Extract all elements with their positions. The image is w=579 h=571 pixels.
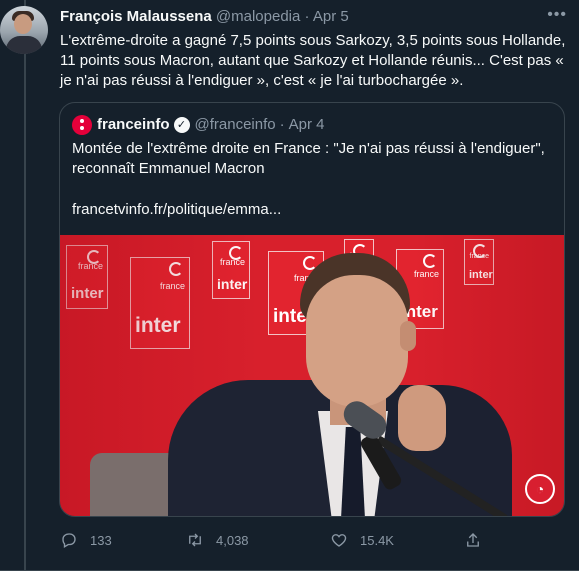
quoted-author-name[interactable]: franceinfo [97, 115, 170, 135]
quoted-tweet-link[interactable]: francetvinfo.fr/politique/emma... [72, 200, 281, 220]
header-separator: · [304, 8, 310, 25]
quoted-tweet[interactable]: franceinfo ✓ @franceinfo · Apr 4 Montée … [59, 102, 565, 517]
thread-line [24, 0, 26, 571]
share-button[interactable] [464, 528, 494, 552]
retweet-count: 4,038 [216, 532, 249, 548]
tweet-actions: 133 4,038 15.4K [60, 528, 530, 552]
quoted-tweet-date[interactable]: Apr 4 [289, 115, 325, 135]
retweet-icon [189, 533, 201, 547]
tweet-text: L'extrême-droite a gagné 7,5 points sous… [60, 32, 566, 89]
author-avatar[interactable] [0, 6, 48, 54]
tweet-date[interactable]: Apr 5 [313, 8, 349, 25]
like-button[interactable]: 15.4K [330, 528, 394, 552]
author-name[interactable]: François Malaussena [60, 8, 212, 25]
reply-count: 133 [90, 532, 112, 548]
speaker-face [306, 275, 408, 407]
quoted-author-handle[interactable]: @franceinfo [195, 115, 276, 135]
quoted-header-separator: · [279, 116, 285, 133]
quoted-tweet-header: franceinfo ✓ @franceinfo · Apr 4 [72, 115, 324, 135]
verified-badge-icon: ✓ [173, 117, 190, 133]
radio-france-logo-icon: ◔ [525, 474, 555, 504]
author-handle[interactable]: @malopedia [216, 8, 300, 25]
like-count: 15.4K [360, 532, 394, 548]
reply-icon [62, 533, 76, 548]
quoted-tweet-text: Montée de l'extrême droite en France : "… [72, 140, 545, 177]
retweet-button[interactable]: 4,038 [186, 528, 249, 552]
heart-icon [331, 534, 347, 547]
quoted-tweet-image[interactable]: france inter france inter france inter f… [60, 235, 564, 516]
tweet-header: François Malaussena @malopedia · Apr 5 [60, 7, 349, 27]
franceinfo-logo-avatar[interactable] [72, 115, 92, 135]
ellipsis-icon[interactable]: ••• [547, 6, 567, 24]
reply-button[interactable]: 133 [60, 528, 112, 552]
share-icon [467, 533, 479, 547]
